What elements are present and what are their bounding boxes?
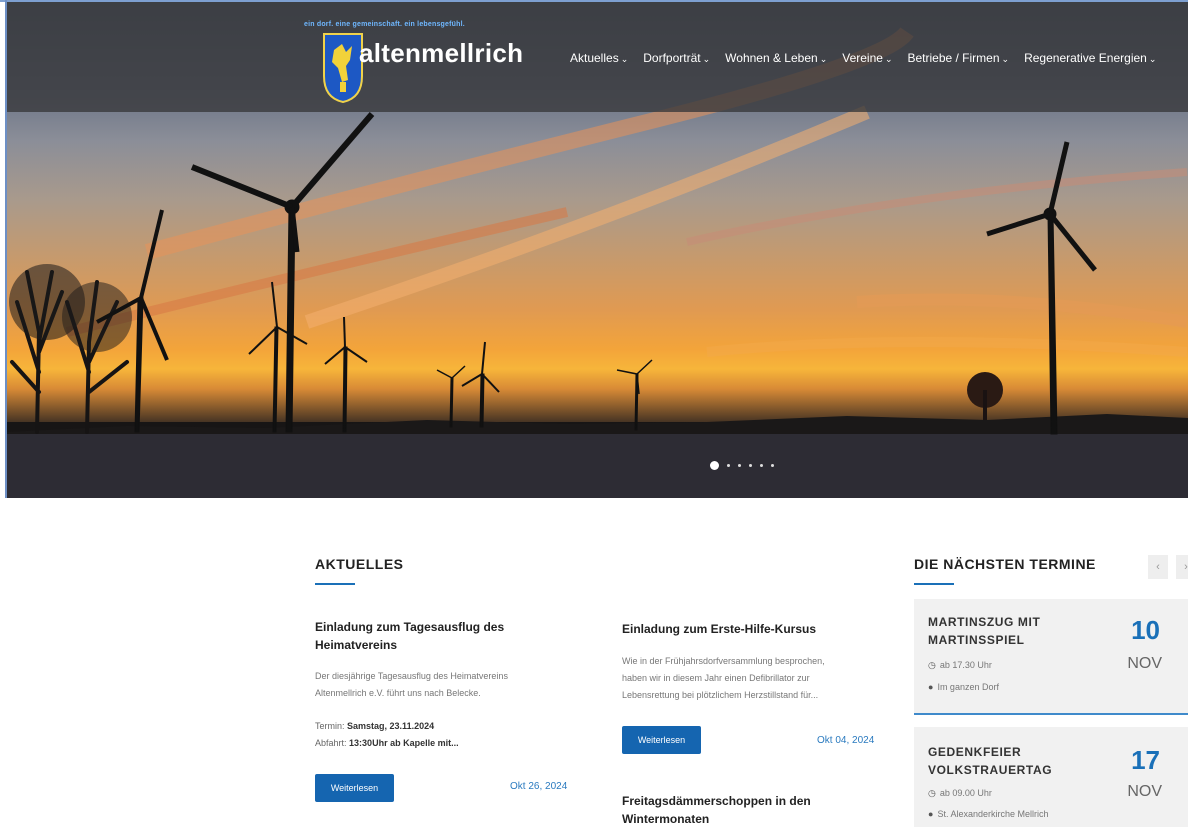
excerpt-line: Altenmellrich e.V. führt uns nach Beleck… [315,688,481,698]
article-meta: Termin: Samstag, 23.11.2024 Abfahrt: 13:… [315,718,459,752]
article-title-line: Heimatvereins [315,638,398,652]
chevron-left-icon[interactable]: ‹ [1148,555,1168,579]
event-month: NOV [1127,655,1162,672]
event-title: GEDENKFEIER VOLKSTRAUERTAG [928,743,1052,779]
termin-value: Samstag, 23.11.2024 [347,721,435,731]
article-title-line: Einladung zum Tagesausflug des [315,620,505,634]
abfahrt-label: Abfahrt: [315,738,347,748]
excerpt-line: Lebensrettung bei plötzlichem Herzstills… [622,690,819,700]
event-carousel-arrows: ‹ › [1148,555,1188,579]
coat-of-arms-logo[interactable] [322,32,364,104]
nav-label: Regenerative Energien [1024,51,1147,65]
heading-underline [914,583,954,585]
article-title-line: Freitagsdämmerschoppen in den [622,794,811,808]
excerpt-line: haben wir in diesem Jahr einen Defibrill… [622,673,810,683]
chevron-down-icon: ⌄ [819,54,828,64]
clock-icon: ◷ [928,788,936,798]
article-title[interactable]: Einladung zum Erste-Hilfe-Kursus [622,620,882,638]
chevron-down-icon: ⌄ [702,54,711,64]
hero-slider[interactable]: ein dorf. eine gemeinschaft. ein lebensg… [7,2,1188,498]
excerpt-line: Der diesjährige Tagesausflug des Heimatv… [315,671,508,681]
event-day: 10 [1131,615,1160,645]
nav-label: Betriebe / Firmen [907,51,1000,65]
frame-left [5,0,7,498]
coat-of-arms-icon [323,33,363,104]
article-title-line: Wintermonaten [622,812,710,826]
chevron-down-icon: ⌄ [884,54,893,64]
slider-dot[interactable] [760,464,763,467]
event-place: ● St. Alexanderkirche Mellrich [928,809,1048,819]
chevron-down-icon: ⌄ [620,54,629,64]
article-excerpt: Wie in der Frühjahrsdorfversammlung besp… [622,653,882,704]
site-brand[interactable]: altenmellrich [359,38,523,69]
event-title-line: VOLKSTRAUERTAG [928,763,1053,777]
excerpt-line: Wie in der Frühjahrsdorfversammlung besp… [622,656,825,666]
slider-dot[interactable] [727,464,730,467]
map-pin-icon: ● [928,809,934,819]
nav-regenerative-energien[interactable]: Regenerative Energien ⌄ [1024,51,1156,65]
event-title: MARTINSZUG MIT MARTINSSPIEL [928,613,1040,649]
nav-label: Wohnen & Leben [725,51,818,65]
article-date: Okt 26, 2024 [510,781,568,792]
nav-label: Aktuelles [570,51,619,65]
termin-line: Termin: Samstag, 23.11.2024 [315,718,459,735]
slider-dot[interactable] [738,464,741,467]
event-time-text: ab 09.00 Uhr [939,788,992,798]
event-month: NOV [1127,783,1162,800]
chevron-right-icon[interactable]: › [1176,555,1188,579]
slider-dot[interactable] [749,464,752,467]
article-title[interactable]: Freitagsdämmerschoppen in den Wintermona… [622,792,882,827]
event-place: ● Im ganzen Dorf [928,682,999,692]
event-place-text: St. Alexanderkirche Mellrich [937,809,1049,819]
event-place-text: Im ganzen Dorf [937,682,999,692]
article-date: Okt 04, 2024 [817,735,875,746]
article-excerpt: Der diesjährige Tagesausflug des Heimatv… [315,668,585,702]
termine-heading: DIE NÄCHSTEN TERMINE [914,556,1096,572]
site-tagline: ein dorf. eine gemeinschaft. ein lebensg… [304,21,465,28]
event-title-line: MARTINSSPIEL [928,633,1025,647]
map-pin-icon: ● [928,682,934,692]
aktuelles-heading: AKTUELLES [315,556,404,572]
nav-label: Dorfporträt [643,51,701,65]
read-more-button[interactable]: Weiterlesen [622,726,701,754]
event-time-text: ab 17.30 Uhr [939,660,992,670]
main-navigation: Aktuelles ⌄ Dorfporträt ⌄ Wohnen & Leben ⌄ … [570,51,1171,65]
abfahrt-line: Abfahrt: 13:30Uhr ab Kapelle mit... [315,735,459,752]
read-more-button[interactable]: Weiterlesen [315,774,394,802]
heading-underline [315,583,355,585]
abfahrt-value: 13:30Uhr ab Kapelle mit... [349,738,459,748]
chevron-down-icon: ⌄ [1148,54,1157,64]
event-card[interactable]: MARTINSZUG MIT MARTINSSPIEL ◷ ab 17.30 Uh… [914,599,1188,713]
slider-dot[interactable] [771,464,774,467]
nav-wohnen-leben[interactable]: Wohnen & Leben ⌄ [725,51,827,65]
termin-label: Termin: [315,721,345,731]
slider-pagination [710,461,774,470]
chevron-down-icon: ⌄ [1001,54,1010,64]
event-day: 17 [1131,745,1160,775]
nav-dorfportraet[interactable]: Dorfporträt ⌄ [643,51,710,65]
event-time: ◷ ab 09.00 Uhr [928,788,992,799]
nav-label: Vereine [842,51,883,65]
event-separator [914,713,1188,715]
event-title-line: GEDENKFEIER [928,745,1022,759]
event-time: ◷ ab 17.30 Uhr [928,660,992,671]
nav-betriebe-firmen[interactable]: Betriebe / Firmen ⌄ [907,51,1009,65]
nav-aktuelles[interactable]: Aktuelles ⌄ [570,51,628,65]
article-title[interactable]: Einladung zum Tagesausflug des Heimatver… [315,618,575,654]
event-title-line: MARTINSZUG MIT [928,615,1041,629]
clock-icon: ◷ [928,660,936,670]
event-card[interactable]: GEDENKFEIER VOLKSTRAUERTAG ◷ ab 09.00 Uhr… [914,727,1188,827]
slider-dot-active[interactable] [710,461,719,470]
nav-vereine[interactable]: Vereine ⌄ [842,51,892,65]
